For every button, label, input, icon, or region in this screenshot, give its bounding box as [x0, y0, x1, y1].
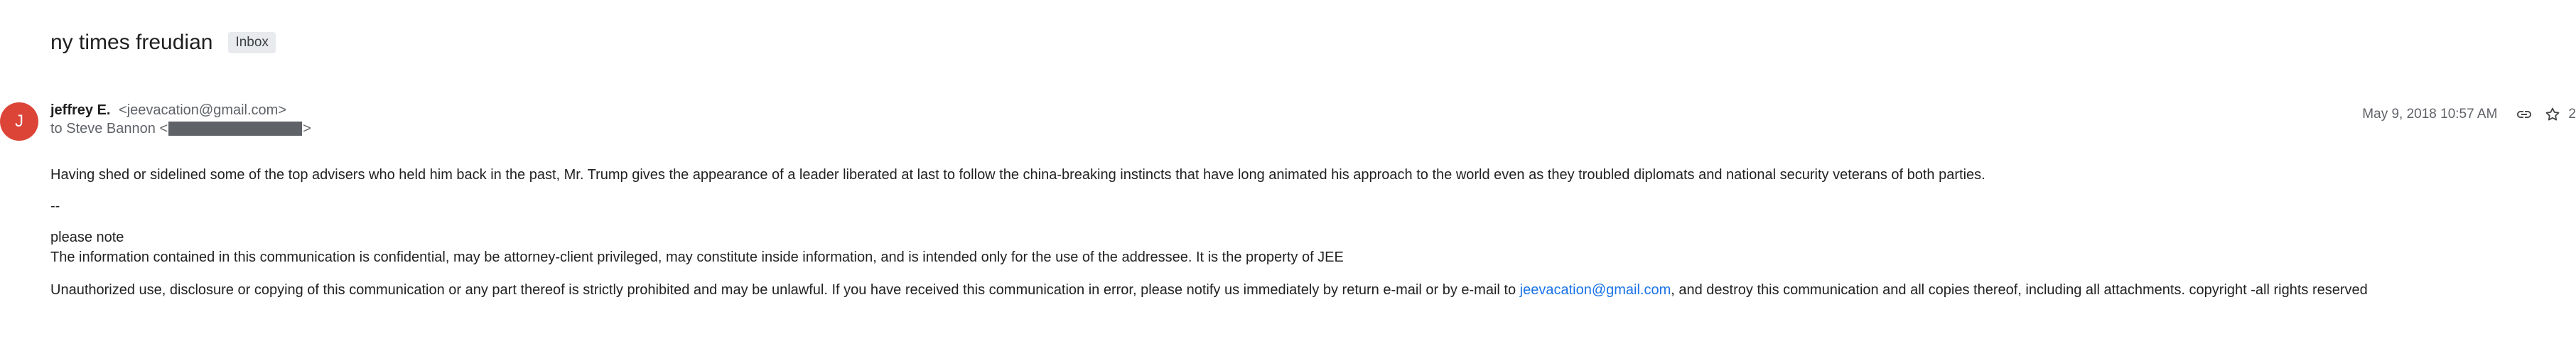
star-icon[interactable]: [2538, 104, 2567, 125]
disclaimer-text-before: Unauthorized use, disclosure or copying …: [50, 282, 1520, 298]
sender-email: <jeevacation@gmail.com>: [119, 102, 287, 118]
note-heading: please note: [50, 230, 124, 245]
signature-separator: --: [50, 198, 60, 214]
recipient-prefix: to Steve Bannon <: [50, 121, 168, 136]
message-meta: May 9, 2018 10:57 AM 2: [2362, 104, 2576, 125]
sender-name[interactable]: jeffrey E.: [50, 102, 110, 118]
message-body: Having shed or sidelined some of the top…: [50, 165, 2566, 300]
message-date: May 9, 2018 10:57 AM: [2362, 107, 2498, 122]
avatar-initial: J: [15, 112, 23, 131]
body-paragraph: Having shed or sidelined some of the top…: [50, 167, 1985, 183]
subject-row: ny times freudian Inbox: [50, 28, 276, 57]
recipient-suffix: >: [303, 121, 311, 136]
disclaimer-text-after: , and destroy this communication and all…: [1671, 282, 2368, 298]
disclaimer: Unauthorized use, disclosure or copying …: [50, 280, 2566, 300]
email-subject: ny times freudian: [50, 31, 213, 54]
disclaimer-email-link[interactable]: jeevacation@gmail.com: [1520, 282, 1671, 298]
recipient-line[interactable]: to Steve Bannon < >: [50, 119, 311, 138]
sender-block: jeffrey E. <jeevacation@gmail.com> to St…: [50, 101, 311, 138]
inbox-label-chip[interactable]: Inbox: [228, 32, 276, 53]
redacted-recipient-email: [168, 122, 303, 136]
sender-avatar[interactable]: J: [0, 102, 38, 141]
link-icon[interactable]: [2510, 104, 2538, 125]
sender-line: jeffrey E. <jeevacation@gmail.com>: [50, 101, 311, 119]
confidentiality-notice: The information contained in this commun…: [50, 249, 1344, 265]
trailing-count: 2: [2568, 107, 2576, 122]
